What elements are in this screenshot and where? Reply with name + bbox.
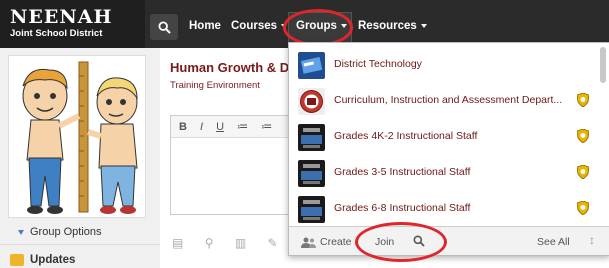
bulleted-list-button[interactable]: ≔ [237,121,248,133]
file-icon[interactable]: ▤ [172,236,183,250]
page-title: Human Growth & D [170,60,290,75]
create-group-button[interactable]: Create [301,236,352,248]
highlight-circle-groups [283,9,353,46]
group-item-curriculum[interactable]: Curriculum, Instruction and Assessment D… [289,83,597,119]
search-button[interactable] [150,14,178,40]
see-all-groups-link[interactable]: See All [537,236,570,248]
page-subtitle: Training Environment [170,80,260,91]
group-options-toggle[interactable]: Group Options [18,226,102,238]
district-logo[interactable]: NEENAH Joint School District [0,0,145,48]
pin-icon[interactable]: ✎ [268,236,278,250]
see-all-label: See All [537,236,570,248]
staff-thumb-icon [298,196,325,223]
top-navigation-bar: NEENAH Joint School District Home Course… [0,0,609,48]
nav-courses[interactable]: Courses [231,20,288,32]
italic-button[interactable]: I [200,121,203,133]
nav-resources-label: Resources [358,20,417,32]
resize-handle-icon[interactable]: ↕ [589,233,595,247]
group-item-label: Grades 4K-2 Instructional Staff [334,130,478,142]
group-item-label: Grades 3-5 Instructional Staff [334,166,471,178]
link-icon[interactable]: ⚲ [205,236,214,250]
page: NEENAH Joint School District Home Course… [0,0,609,268]
shield-badge-icon [577,93,589,107]
chevron-down-icon [420,23,427,28]
updates-label: Updates [30,254,76,267]
tech-thumb-icon [298,52,325,79]
bold-button[interactable]: B [179,121,187,133]
shield-badge-icon [577,129,589,143]
cartoon-kids-image [9,56,145,217]
nav-home[interactable]: Home [189,20,221,32]
group-options-label: Group Options [30,226,102,238]
numbered-list-button[interactable]: ≔ [261,121,272,133]
group-item-grades-3-5[interactable]: Grades 3-5 Instructional Staff [289,155,597,191]
groups-dropdown-menu: District Technology Curriculum, Instruct… [288,42,609,256]
shield-badge-icon [577,165,589,179]
group-item-label: District Technology [334,58,422,70]
staff-thumb-icon [298,160,325,187]
logo-name: NEENAH [10,6,113,28]
staff-thumb-icon [298,124,325,151]
highlight-circle-join [355,222,447,262]
nav-home-label: Home [189,20,221,32]
group-avatar [8,55,146,218]
logo-subtitle: Joint School District [10,28,103,39]
dropdown-scrollbar[interactable] [600,47,606,83]
group-item-grades-6-8[interactable]: Grades 6-8 Instructional Staff [289,191,597,227]
search-icon [157,20,171,34]
shield-badge-icon [577,201,589,215]
updates-link[interactable]: Updates [10,254,75,266]
chevron-down-icon [18,229,24,235]
left-sidebar: Group Options Updates [0,48,160,268]
group-item-district-technology[interactable]: District Technology [289,47,597,83]
resource-icon[interactable]: ▥ [235,236,246,250]
group-item-label: Grades 6-8 Instructional Staff [334,202,471,214]
group-item-label: Curriculum, Instruction and Assessment D… [334,94,563,106]
sidebar-divider [0,244,160,245]
dropdown-footer: Create Join See All ↕ [289,226,609,255]
updates-icon [10,254,24,266]
curriculum-thumb-icon [298,88,325,115]
group-item-grades-4k-2[interactable]: Grades 4K-2 Instructional Staff [289,119,597,155]
underline-button[interactable]: U [216,121,224,133]
nav-resources[interactable]: Resources [358,20,427,32]
nav-courses-label: Courses [231,20,278,32]
attachment-toolbar: ▤ ⚲ ▥ ✎ [172,236,296,250]
create-label: Create [320,236,352,248]
people-icon [301,237,316,248]
